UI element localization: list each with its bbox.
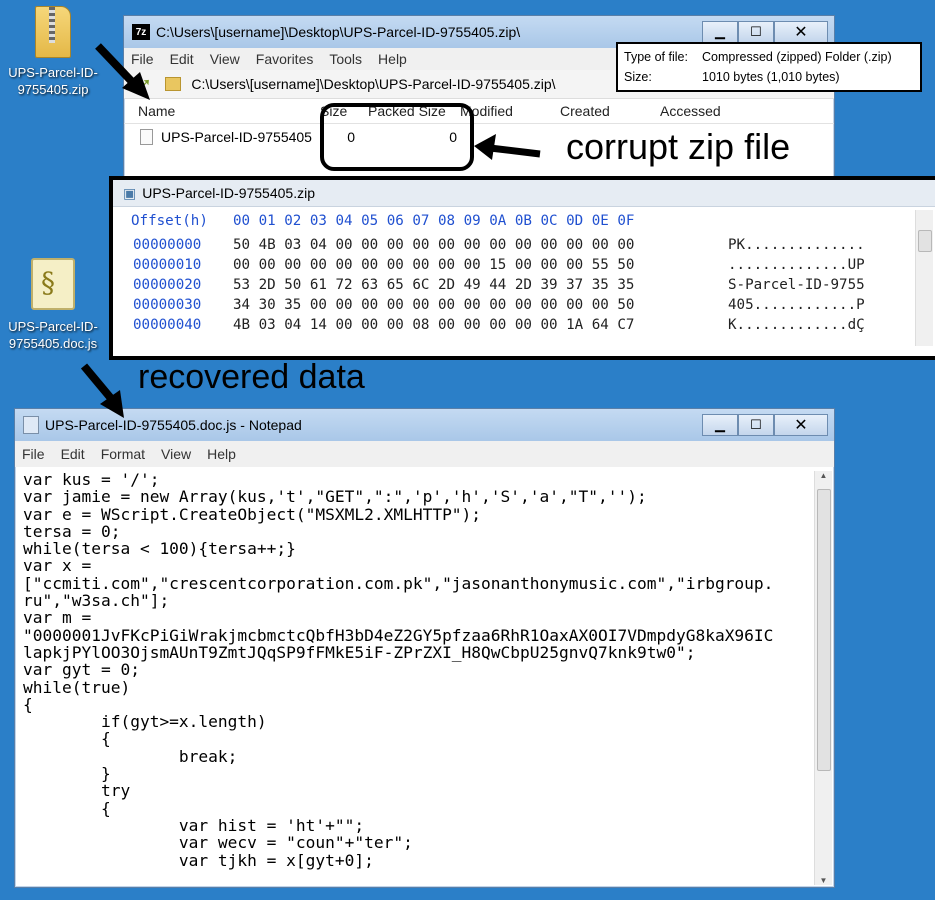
col-accessed[interactable]: Accessed: [660, 103, 721, 119]
js-icon-label: UPS-Parcel-ID-9755405.doc.js: [8, 319, 98, 351]
close-button[interactable]: ✕: [774, 21, 828, 43]
hex-row: 00000020 53 2D 50 61 72 63 65 6C 2D 49 44…: [133, 277, 865, 293]
script-file-icon: §: [31, 258, 75, 310]
menu-edit[interactable]: Edit: [170, 51, 194, 67]
zip-icon-label: UPS-Parcel-ID-9755405.zip: [8, 65, 98, 97]
col-created[interactable]: Created: [560, 103, 660, 119]
hex-row: 00000030 34 30 35 00 00 00 00 00 00 00 00…: [133, 297, 865, 313]
minimize-button[interactable]: ▁: [702, 414, 738, 436]
menu-help[interactable]: Help: [207, 446, 236, 462]
menu-file[interactable]: File: [131, 51, 154, 67]
file-info-tooltip: Type of file: Compressed (zipped) Folder …: [616, 42, 922, 92]
notepad-icon: [23, 416, 39, 434]
hex-scrollbar[interactable]: [915, 210, 933, 346]
close-button[interactable]: ✕: [774, 414, 828, 436]
maximize-button[interactable]: ☐: [738, 21, 774, 43]
zip-file-desktop-icon[interactable]: UPS-Parcel-ID-9755405.zip: [8, 6, 98, 98]
minimize-button[interactable]: ▁: [702, 21, 738, 43]
hex-header: Offset(h) 00 01 02 03 04 05 06 07 08 09 …: [113, 207, 935, 235]
menu-favorites[interactable]: Favorites: [256, 51, 314, 67]
col-modified[interactable]: Modified: [460, 103, 560, 119]
tooltip-size-value: 1010 bytes (1,010 bytes): [702, 70, 840, 84]
hex-scroll-thumb[interactable]: [918, 230, 932, 252]
notepad-scrollbar[interactable]: ▲ ▼: [814, 471, 832, 885]
seven-zip-icon: 7z: [132, 24, 150, 40]
notepad-scroll-thumb[interactable]: [817, 489, 831, 771]
tooltip-size-key: Size:: [624, 70, 652, 84]
zip-folder-icon: [35, 6, 71, 58]
zip-window-title: C:\Users\[username]\Desktop\UPS-Parcel-I…: [156, 24, 521, 40]
scroll-up-arrow[interactable]: ▲: [815, 471, 832, 487]
hex-row: 00000040 4B 03 04 14 00 00 00 08 00 00 00…: [133, 317, 865, 333]
recovered-data-annotation: recovered data: [138, 358, 365, 396]
corrupt-zip-annotation: corrupt zip file: [560, 126, 797, 168]
menu-format[interactable]: Format: [101, 446, 145, 462]
folder-icon: [165, 77, 182, 91]
up-folder-icon[interactable]: ➚: [138, 74, 151, 94]
size-highlight-box: [320, 103, 474, 171]
offset-header: Offset(h): [131, 213, 208, 229]
menu-help[interactable]: Help: [378, 51, 407, 67]
col-name[interactable]: Name: [124, 103, 320, 119]
notepad-window: UPS-Parcel-ID-9755405.doc.js - Notepad ▁…: [14, 408, 835, 888]
hex-tab[interactable]: ▣ UPS-Parcel-ID-9755405.zip: [113, 180, 935, 207]
byte-column-header: 00 01 02 03 04 05 06 07 08 09 0A 0B 0C 0…: [233, 213, 635, 229]
script-text-area[interactable]: var kus = '/'; var jamie = new Array(kus…: [23, 471, 808, 885]
hex-row: 00000000 50 4B 03 04 00 00 00 00 00 00 00…: [133, 237, 865, 253]
file-icon: [140, 129, 153, 145]
hex-viewer-window: ▣ UPS-Parcel-ID-9755405.zip Offset(h) 00…: [109, 176, 935, 360]
address-text: C:\Users\[username]\Desktop\UPS-Parcel-I…: [191, 76, 556, 92]
hex-tab-icon: ▣: [123, 184, 137, 201]
maximize-button[interactable]: ☐: [738, 414, 774, 436]
menu-tools[interactable]: Tools: [329, 51, 362, 67]
hex-row: 00000010 00 00 00 00 00 00 00 00 00 00 15…: [133, 257, 865, 273]
notepad-titlebar[interactable]: UPS-Parcel-ID-9755405.doc.js - Notepad ▁…: [15, 409, 834, 441]
column-headers: Name Size Packed Size Modified Created A…: [124, 99, 834, 124]
scroll-down-arrow[interactable]: ▼: [815, 876, 832, 885]
menu-view[interactable]: View: [210, 51, 240, 67]
file-name: UPS-Parcel-ID-9755405: [161, 129, 312, 145]
hex-tab-label: UPS-Parcel-ID-9755405.zip: [142, 185, 315, 201]
menu-file[interactable]: File: [22, 446, 45, 462]
tooltip-type-key: Type of file:: [624, 50, 688, 64]
notepad-title: UPS-Parcel-ID-9755405.doc.js - Notepad: [45, 417, 302, 433]
notepad-menubar: File Edit Format View Help: [15, 441, 834, 467]
menu-view[interactable]: View: [161, 446, 191, 462]
tooltip-type-value: Compressed (zipped) Folder (.zip): [702, 50, 892, 64]
menu-edit[interactable]: Edit: [61, 446, 85, 462]
js-file-desktop-icon[interactable]: § UPS-Parcel-ID-9755405.doc.js: [8, 258, 98, 352]
